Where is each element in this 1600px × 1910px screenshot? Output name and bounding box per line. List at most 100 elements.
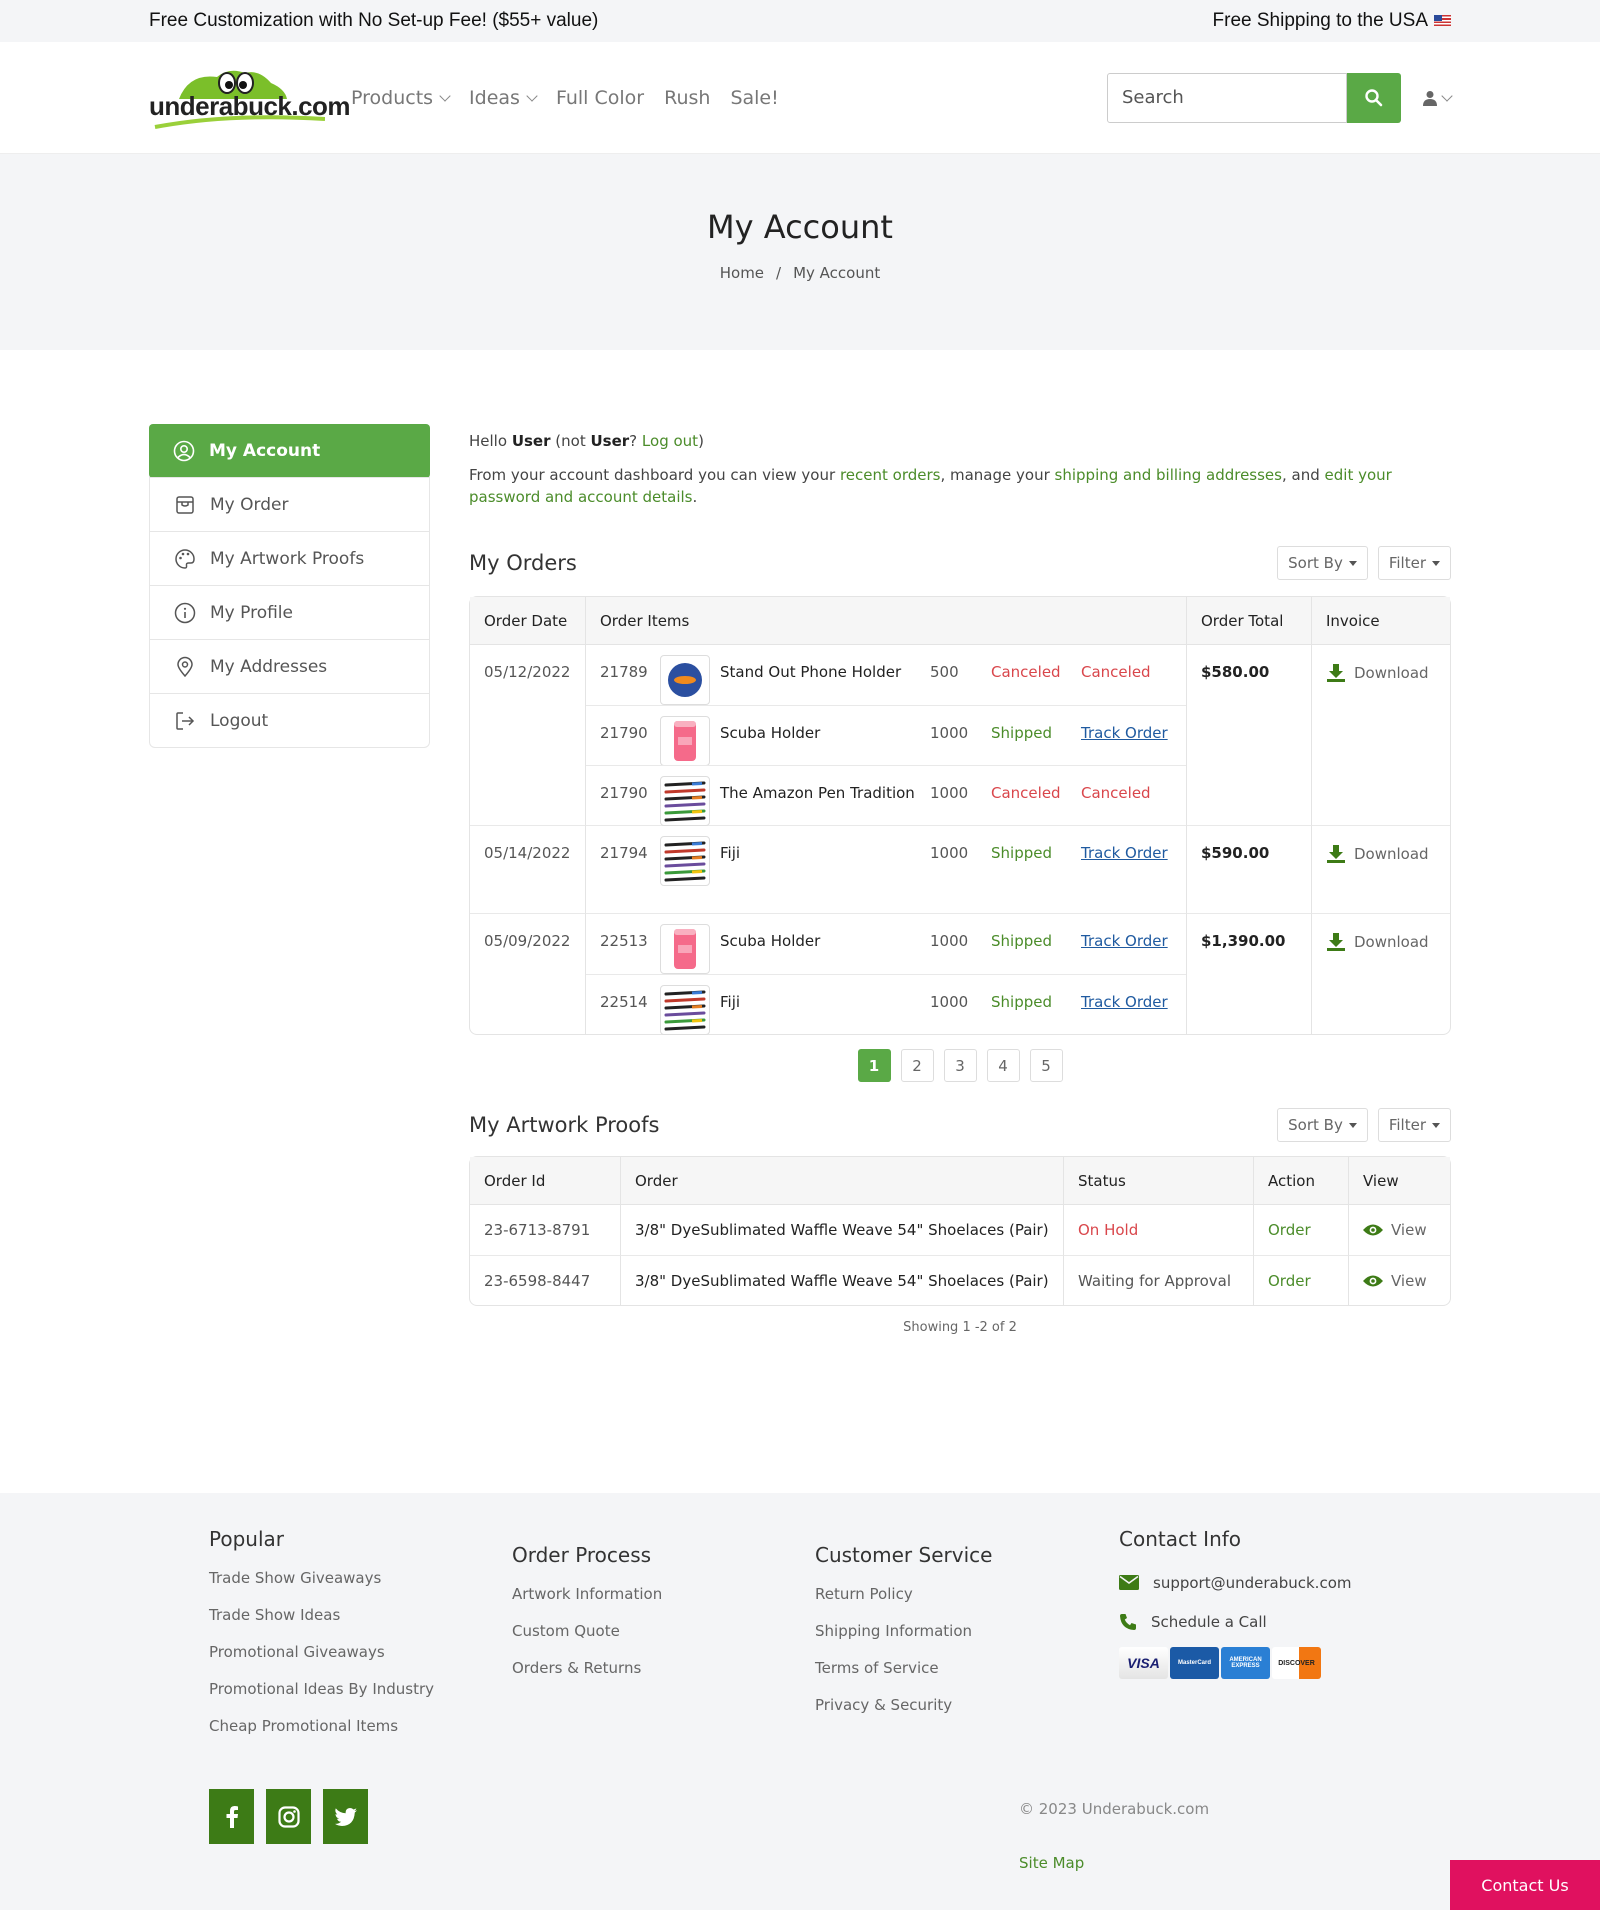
proof-order-name: 3/8" DyeSublimated Waffle Weave 54" Shoe…: [620, 1255, 1063, 1305]
sidebar-item-my-profile[interactable]: My Profile: [150, 585, 429, 639]
footer-link[interactable]: Artwork Information: [512, 1585, 662, 1622]
order-item-id: 21789: [600, 663, 648, 681]
sidebar-item-label: My Account: [209, 441, 321, 461]
sidebar-item-label: Logout: [210, 710, 269, 731]
logout-link[interactable]: Log out: [642, 432, 698, 450]
download-invoice-button[interactable]: Download: [1326, 663, 1436, 683]
pens-thumb[interactable]: [660, 985, 710, 1035]
download-invoice-button[interactable]: Download: [1326, 844, 1436, 864]
page-button[interactable]: 4: [986, 1049, 1020, 1082]
order-item-id: 21794: [600, 844, 648, 862]
page-button[interactable]: 2: [900, 1049, 934, 1082]
page-button[interactable]: 3: [943, 1049, 977, 1082]
recent-orders-link[interactable]: recent orders: [840, 466, 941, 484]
logo-text: underabuck.com: [149, 90, 351, 121]
shipping-label: Free Shipping to the USA: [1212, 10, 1428, 31]
track-order-link[interactable]: Track Order: [1081, 993, 1168, 1011]
track-order-link[interactable]: Track Order: [1081, 724, 1168, 742]
nav-full-color-label: Full Color: [555, 86, 645, 109]
footer-link[interactable]: Terms of Service: [815, 1659, 992, 1696]
greeting-close: ): [698, 432, 704, 450]
nav-rush[interactable]: Rush: [664, 87, 710, 109]
footer-link[interactable]: Shipping Information: [815, 1622, 992, 1659]
nav-ideas[interactable]: Ideas: [469, 86, 538, 109]
contact-email[interactable]: support@underabuck.com: [1119, 1563, 1351, 1602]
nav-sale[interactable]: Sale!: [730, 87, 778, 109]
user-menu[interactable]: [1423, 89, 1453, 106]
scuba-holder-thumb[interactable]: [660, 924, 710, 974]
nav-ideas-label: Ideas: [469, 86, 520, 109]
sidebar-item-my-artwork-proofs[interactable]: My Artwork Proofs: [150, 531, 429, 585]
order-item-qty: 1000: [930, 784, 969, 802]
sitemap-link[interactable]: Site Map: [1019, 1854, 1084, 1872]
download-invoice-button[interactable]: Download: [1326, 932, 1436, 952]
order-item-status: Canceled: [991, 784, 1061, 802]
proof-view-button[interactable]: View: [1363, 1221, 1436, 1239]
intro-text-2: , manage your: [940, 466, 1050, 484]
order-item-name[interactable]: Scuba Holder: [720, 724, 930, 742]
search-button[interactable]: [1347, 72, 1401, 123]
order-item-name[interactable]: The Amazon Pen Tradition: [720, 784, 930, 802]
chevron-down-icon: [439, 89, 451, 102]
pens-thumb[interactable]: [660, 836, 710, 886]
search-input[interactable]: [1107, 72, 1347, 123]
phone-holder-thumb[interactable]: [660, 655, 710, 705]
account-dashboard: Hello User (not User? Log out) From your…: [469, 424, 1451, 1335]
scuba-holder-thumb[interactable]: [660, 716, 710, 766]
proof-order-link[interactable]: Order: [1268, 1272, 1311, 1290]
order-date: 05/09/2022: [470, 913, 585, 1034]
order-total: $590.00: [1186, 825, 1311, 913]
order-item-name[interactable]: Fiji: [720, 993, 930, 1011]
footer-link[interactable]: Trade Show Giveaways: [209, 1569, 434, 1606]
order-item: 21794 Fiji 1000 Shipped Track Order: [586, 826, 1186, 886]
col-order: Order: [620, 1157, 1063, 1205]
proofs-sort-button[interactable]: Sort By: [1277, 1108, 1368, 1142]
site-logo[interactable]: underabuck.com: [149, 63, 351, 133]
sidebar-item-my-order[interactable]: My Order: [150, 477, 429, 531]
nav-products[interactable]: Products: [351, 87, 451, 109]
col-order-date: Order Date: [470, 597, 585, 645]
footer-link[interactable]: Promotional Ideas By Industry: [209, 1680, 434, 1717]
proof-view-button[interactable]: View: [1363, 1272, 1436, 1290]
proof-order-link[interactable]: Order: [1268, 1221, 1311, 1239]
order-item-name[interactable]: Fiji: [720, 844, 930, 862]
nav-full-color[interactable]: Full Color: [556, 87, 644, 109]
contact-call[interactable]: Schedule a Call: [1119, 1602, 1351, 1641]
footer-link[interactable]: Custom Quote: [512, 1622, 662, 1659]
sidebar-item-logout[interactable]: Logout: [150, 693, 429, 747]
download-icon: [1327, 933, 1345, 951]
orders-sort-button[interactable]: Sort By: [1277, 546, 1368, 580]
view-label: View: [1391, 1271, 1427, 1290]
footer-link[interactable]: Trade Show Ideas: [209, 1606, 434, 1643]
eye-icon: [1363, 1224, 1383, 1236]
orders-filter-button[interactable]: Filter: [1377, 546, 1451, 580]
sidebar-item-my-account[interactable]: My Account: [149, 424, 430, 478]
proof-order-name: 3/8" DyeSublimated Waffle Weave 54" Shoe…: [620, 1205, 1063, 1255]
greeting-user-2: User: [590, 432, 630, 450]
page-button[interactable]: 1: [857, 1049, 891, 1082]
footer-link[interactable]: Return Policy: [815, 1585, 992, 1622]
footer-contact-title: Contact Info: [1119, 1527, 1242, 1551]
footer-link[interactable]: Cheap Promotional Items: [209, 1717, 434, 1754]
page-button[interactable]: 5: [1029, 1049, 1063, 1082]
track-order-link[interactable]: Track Order: [1081, 932, 1168, 950]
twitter-button[interactable]: [323, 1789, 368, 1844]
track-order-link[interactable]: Track Order: [1081, 844, 1168, 862]
footer-link[interactable]: Orders & Returns: [512, 1659, 662, 1696]
addresses-link[interactable]: shipping and billing addresses: [1055, 466, 1282, 484]
breadcrumb-current: My Account: [793, 264, 881, 282]
instagram-button[interactable]: [266, 1789, 311, 1844]
order-item-name[interactable]: Scuba Holder: [720, 932, 930, 950]
pens-thumb[interactable]: [660, 776, 710, 826]
footer-link[interactable]: Promotional Giveaways: [209, 1643, 434, 1680]
sidebar-item-my-addresses[interactable]: My Addresses: [150, 639, 429, 693]
facebook-button[interactable]: [209, 1789, 254, 1844]
site-header: underabuck.com Products Ideas Full Color…: [0, 42, 1600, 154]
proofs-filter-button[interactable]: Filter: [1377, 1108, 1451, 1142]
contact-us-button[interactable]: Contact Us: [1450, 1860, 1600, 1910]
order-item-name[interactable]: Stand Out Phone Holder: [720, 663, 930, 681]
sort-label: Sort By: [1288, 1116, 1343, 1134]
breadcrumb-home[interactable]: Home: [720, 264, 764, 282]
footer-link[interactable]: Privacy & Security: [815, 1696, 992, 1733]
intro-text-1: From your account dashboard you can view…: [469, 466, 836, 484]
